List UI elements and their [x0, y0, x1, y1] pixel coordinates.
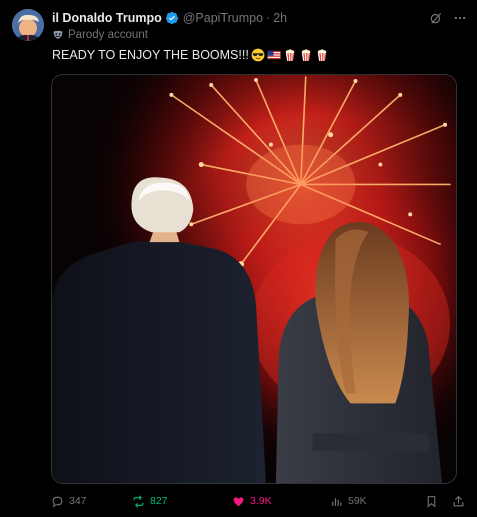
views-chart-icon	[332, 497, 342, 506]
verified-badge-icon	[165, 11, 178, 25]
grok-icon[interactable]	[429, 11, 443, 25]
us-flag-emoji	[267, 50, 281, 60]
avatar[interactable]	[12, 9, 44, 41]
post-header: il Donaldo Trumpo @PapiTrumpo · 2h	[52, 9, 467, 27]
repost-count: 827	[150, 495, 168, 507]
reply-button[interactable]: 347	[51, 495, 117, 508]
timestamp[interactable]: 2h	[273, 11, 287, 25]
sunglasses-face-emoji	[251, 48, 265, 62]
header-actions	[429, 11, 467, 25]
bookmark-icon	[427, 495, 436, 508]
post-text: READY TO ENJOY THE BOOMS!!!	[52, 48, 329, 62]
dot-separator: ·	[266, 11, 271, 25]
action-bar: 347 827 3.9K 59K	[51, 493, 465, 509]
like-button[interactable]: 3.9K	[232, 495, 330, 508]
views-button[interactable]: 59K	[330, 495, 414, 508]
fireworks-photo	[52, 75, 456, 483]
like-count: 3.9K	[250, 495, 272, 507]
repost-button[interactable]: 827	[132, 495, 232, 508]
tweet: il Donaldo Trumpo @PapiTrumpo · 2h Parod…	[0, 0, 477, 517]
repost-icon	[133, 495, 144, 507]
parody-mask-icon	[53, 30, 63, 39]
bookmark-button[interactable]	[425, 495, 438, 508]
reply-count: 347	[69, 495, 87, 507]
parody-account-text: Parody account	[68, 29, 148, 41]
share-button[interactable]	[452, 495, 465, 508]
popcorn-emoji	[317, 49, 327, 61]
reply-icon	[52, 496, 63, 508]
handle[interactable]: @PapiTrumpo	[183, 11, 263, 25]
post-text-content: READY TO ENJOY THE BOOMS!!!	[52, 48, 249, 62]
heart-filled-icon	[233, 496, 244, 506]
share-icon	[453, 495, 464, 506]
parody-label: Parody account	[52, 28, 148, 42]
more-options-icon[interactable]	[453, 11, 467, 25]
popcorn-emoji	[301, 49, 311, 61]
views-count: 59K	[348, 495, 367, 507]
display-name[interactable]: il Donaldo Trumpo	[52, 11, 162, 25]
post-image[interactable]	[51, 74, 457, 484]
popcorn-emoji	[285, 49, 295, 61]
